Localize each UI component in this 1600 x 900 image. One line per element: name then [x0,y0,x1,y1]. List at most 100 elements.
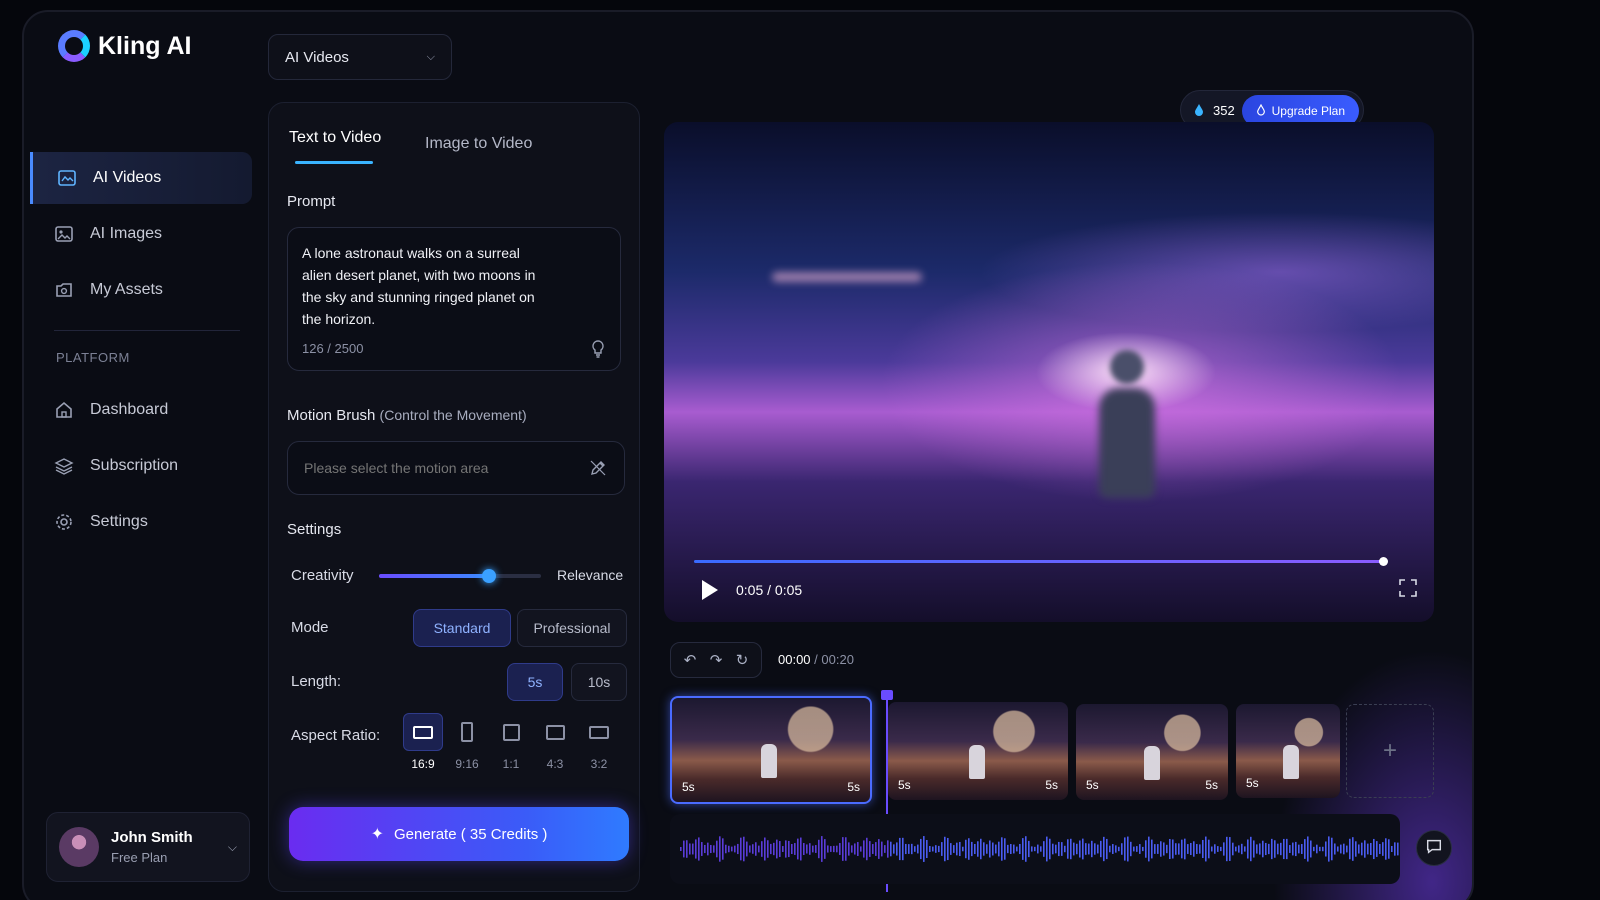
brush-icon[interactable] [588,458,608,478]
redo-icon[interactable]: ↷ [710,651,723,669]
sidebar-item-ai-videos[interactable]: AI Videos [30,152,252,204]
waveform-bar [1073,842,1075,856]
relevance-label: Relevance [557,567,624,583]
waveform-bar [1106,838,1108,860]
logo[interactable]: Kling AI [58,30,192,62]
waveform-bar [1259,843,1261,855]
aspect-1-1-box [491,713,531,751]
waveform-bar [1178,843,1180,855]
lightbulb-icon[interactable] [590,340,606,358]
audio-waveform[interactable] [670,814,1400,884]
clip-duration-end: 5s [1205,778,1218,792]
sidebar-item-my-assets[interactable]: My Assets [30,264,252,316]
waveform-bar [716,840,718,858]
waveform-bar [1115,845,1117,853]
sidebar-item-settings[interactable]: Settings [30,496,252,548]
waveform-bar [938,845,940,853]
mode-professional-button[interactable]: Professional [517,609,627,647]
waveform-bar [953,845,955,853]
prompt-textarea[interactable]: A lone astronaut walks on a surreal alie… [287,227,621,371]
chevron-down-icon: ⌵ [227,839,237,854]
length-5s-button[interactable]: 5s [507,663,563,701]
length-10s-button[interactable]: 10s [571,663,627,701]
user-info: John Smith Free Plan [111,829,193,865]
avatar [59,827,99,867]
waveform-bar [980,838,982,860]
waveform-bar [884,845,886,853]
gear-icon [54,512,74,532]
waveform-bar [707,842,709,856]
slider-thumb[interactable] [482,569,497,583]
aspect-4-3-option[interactable]: 4:3 [535,713,575,771]
generate-button[interactable]: ✦ Generate ( 35 Credits ) [289,807,629,861]
sidebar-item-dashboard[interactable]: Dashboard [30,384,252,436]
waveform-bar [1067,839,1069,859]
timeline-clip[interactable]: 5s 5s [1076,704,1228,800]
creativity-relevance-slider[interactable] [379,569,541,583]
waveform-bar [1277,843,1279,855]
waveform-bar [1349,838,1351,860]
aspect-16-9-option[interactable]: 16:9 [403,713,443,771]
waveform-bar [1232,842,1234,856]
comment-button[interactable] [1416,830,1452,866]
sidebar: Kling AI AI Videos AI Images My Assets P… [24,12,264,900]
timeline-clip[interactable]: 5s [1236,704,1340,798]
motion-area-input[interactable] [304,460,574,476]
waveform-bar [1355,841,1357,857]
waveform-bar [1328,836,1330,862]
sidebar-item-label: Dashboard [90,401,169,418]
mode-label: Mode [291,619,329,636]
sidebar-item-ai-images[interactable]: AI Images [30,208,252,260]
waveform-bar [1091,840,1093,858]
aspect-9-16-option[interactable]: 9:16 [447,713,487,771]
waveform-bar [1058,841,1060,857]
waveform-bar [743,836,745,862]
waveform-bar [1175,843,1177,855]
video-progress-bar[interactable] [694,557,1388,566]
waveform-bar [1133,846,1135,852]
waveform-bar [863,840,865,858]
waveform-bar [746,841,748,857]
fullscreen-icon[interactable] [1398,578,1418,598]
aspect-1-1-option[interactable]: 1:1 [491,713,531,771]
waveform-bar [902,837,904,861]
waveform-bar [1019,843,1021,855]
refresh-icon[interactable]: ↻ [736,651,749,669]
waveform-bar [818,839,820,859]
product-select[interactable]: AI Videos ⌵ [268,34,452,80]
waveform-bar [1079,840,1081,858]
waveform-bar [959,841,961,857]
waveform-bar [737,843,739,855]
timeline-clip[interactable]: 5s 5s [888,702,1068,800]
progress-knob[interactable] [1379,557,1388,566]
waveform-bar [1181,839,1183,859]
add-clip-button[interactable]: + [1346,704,1434,798]
timeline-clip[interactable]: 5s 5s [670,696,872,804]
prompt-text: A lone astronaut walks on a surreal alie… [302,245,536,327]
undo-icon[interactable]: ↶ [684,651,697,669]
waveform-bar [1265,842,1267,856]
sidebar-item-subscription[interactable]: Subscription [30,440,252,492]
waveform-bar [848,842,850,856]
waveform-bar [800,837,802,861]
tab-image-to-video[interactable]: Image to Video [425,135,532,153]
play-icon[interactable] [702,580,718,600]
aspect-4-3-box [535,713,575,751]
clip-duration-start: 5s [1086,778,1099,792]
sidebar-item-label: Settings [90,513,148,530]
waveform-bar [794,843,796,855]
waveform-bar [869,841,871,857]
waveform-bar [872,844,874,854]
video-preview[interactable]: 0:05 / 0:05 [664,122,1434,622]
motion-area-field[interactable] [287,441,625,495]
clip-duration-end: 5s [847,780,860,794]
mode-standard-button[interactable]: Standard [413,609,511,647]
waveform-bar [758,845,760,853]
video-icon [57,168,77,188]
user-menu[interactable]: John Smith Free Plan ⌵ [46,812,250,882]
aspect-3-2-option[interactable]: 3:2 [579,713,619,771]
video-controls: 0:05 / 0:05 [664,552,1434,622]
tab-text-to-video[interactable]: Text to Video [289,129,381,147]
waveform-bar [1202,839,1204,859]
brand-name: Kling AI [98,31,192,60]
